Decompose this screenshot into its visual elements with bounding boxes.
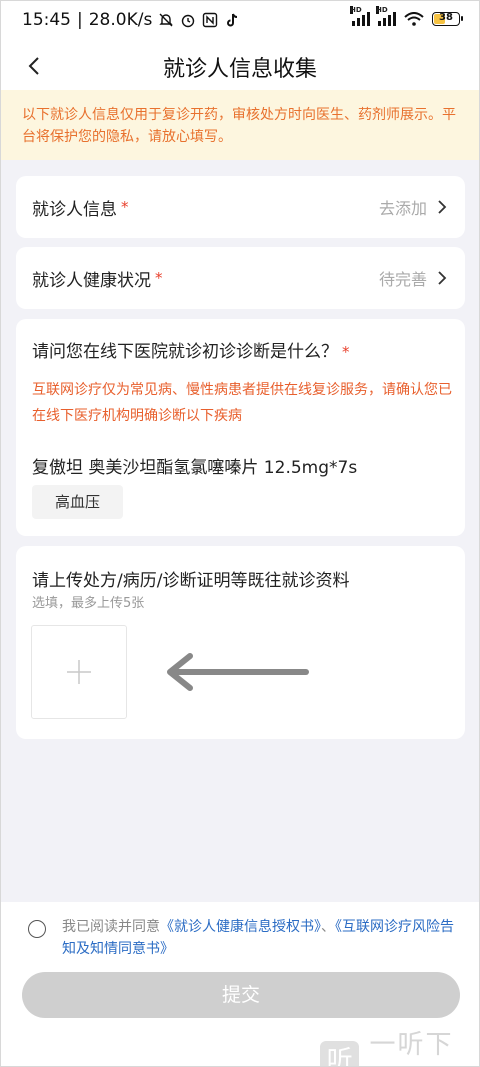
mute-bell-icon — [159, 13, 174, 27]
battery-level: 38 — [439, 12, 453, 23]
drug-name: 复傲坦 奥美沙坦酯氢氯噻嗪片 12.5mg*7s — [32, 458, 358, 478]
agree-checkbox[interactable] — [28, 920, 46, 938]
tiktok-icon — [227, 13, 238, 27]
nfc-icon — [203, 12, 218, 28]
chevron-right-icon — [438, 200, 447, 214]
disease-tag[interactable]: 高血压 — [32, 485, 123, 519]
diagnosis-card: 请问您在线下医院就诊初诊诊断是什么？ * 互联网诊疗仅为常见病、慢性病患者提供在线… — [16, 319, 465, 536]
status-right: HD HD 38 — [350, 6, 463, 26]
upload-image-button[interactable] — [31, 625, 127, 719]
patient-info-row[interactable]: 就诊人信息 * 去添加 — [16, 176, 465, 238]
submit-button[interactable]: 提交 — [22, 972, 460, 1018]
plus-icon — [67, 660, 91, 684]
upload-title: 请上传处方/病历/诊断证明等既往就诊资料 — [32, 571, 350, 591]
health-status-value: 待完善 — [378, 270, 427, 289]
watermark: 听 一听下载 — [320, 1024, 480, 1067]
status-time: 15:45 — [22, 10, 71, 30]
status-left: 15:45 | 28.0K/s — [22, 10, 240, 30]
upload-card: 请上传处方/病历/诊断证明等既往就诊资料 选填，最多上传5张 — [16, 546, 465, 739]
nav-bar: 就诊人信息收集 — [0, 42, 480, 90]
wifi-icon — [404, 12, 424, 26]
left-arrow-icon — [167, 653, 309, 691]
network-speed: 28.0K/s — [88, 10, 153, 30]
patient-info-label: 就诊人信息 — [32, 199, 117, 220]
health-status-label: 就诊人健康状况 — [32, 270, 151, 291]
health-status-row[interactable]: 就诊人健康状况 * 待完善 — [16, 247, 465, 309]
notice-text: 以下就诊人信息仅用于复诊开药，审核处方时向医生、药剂师展示。平台将保护您的隐私，… — [22, 107, 456, 145]
battery-icon: 38 — [432, 12, 463, 26]
page-title: 就诊人信息收集 — [162, 57, 317, 82]
health-info-authorization-link[interactable]: 《就诊人健康信息授权书》 — [160, 919, 321, 935]
watermark-logo: 听 — [320, 1041, 360, 1067]
patient-info-value: 去添加 — [378, 199, 427, 218]
watermark-text: 一听下载 — [369, 1030, 454, 1060]
chevron-right-icon — [438, 271, 447, 285]
diagnosis-note: 互联网诊疗仅为常见病、慢性病患者提供在线复诊服务，请确认您已在线下医疗机构明确诊… — [32, 382, 452, 424]
agreement-text: 我已阅读并同意《就诊人健康信息授权书》、《互联网诊疗风险告知及知情同意书》 — [62, 919, 454, 957]
upload-subtitle: 选填，最多上传5张 — [32, 596, 145, 611]
required-mark: * — [121, 198, 129, 216]
privacy-notice: 以下就诊人信息仅用于复诊开药，审核处方时向医生、药剂师展示。平台将保护您的隐私，… — [0, 90, 480, 160]
signal-icon: HD — [376, 6, 396, 26]
status-bar: 15:45 | 28.0K/s HD HD 38 — [0, 0, 480, 42]
alarm-icon — [182, 14, 195, 28]
required-mark: * — [155, 269, 163, 287]
signal-icon: HD — [350, 6, 370, 26]
diagnosis-question: 请问您在线下医院就诊初诊诊断是什么？ * — [32, 342, 350, 362]
required-mark: * — [342, 343, 350, 361]
